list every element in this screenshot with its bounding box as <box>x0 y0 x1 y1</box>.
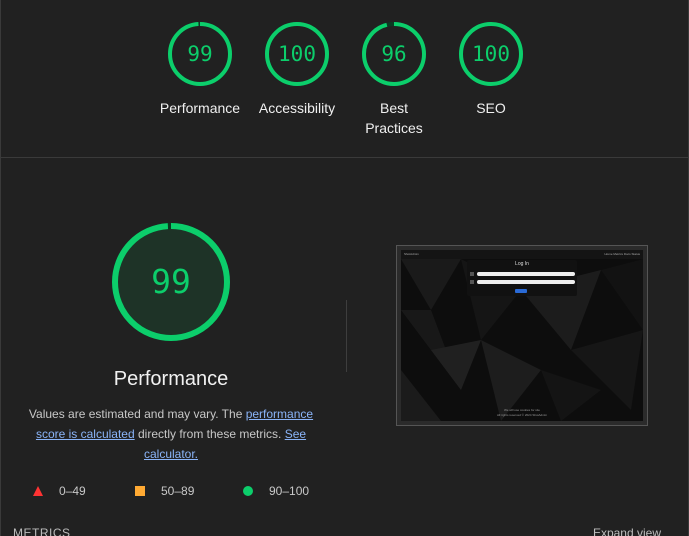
performance-score-value: 99 <box>151 262 191 301</box>
gauge-label: Performance <box>159 100 241 116</box>
desc-text: Values are estimated and may vary. The <box>28 407 246 421</box>
gauge-ring: 100 <box>457 20 525 88</box>
legend-range: 50–89 <box>161 484 195 498</box>
footer-line: All rights reserved © 2024 ShotAdmin <box>496 413 548 417</box>
screenshot-password-field <box>477 280 575 284</box>
screenshot-navbar: ShotAdmin Home Metrics Docs Status <box>401 250 643 259</box>
user-icon <box>470 272 474 276</box>
screenshot-login-button <box>515 289 527 293</box>
pass-circle-icon <box>243 486 253 496</box>
gauge-ring: 100 <box>263 20 331 88</box>
screenshot-footer: We will use cookies for site All rights … <box>401 408 643 418</box>
lock-icon <box>470 280 474 284</box>
legend-range: 90–100 <box>269 484 310 498</box>
gauge-value: 99 <box>187 42 213 66</box>
gauge-label: Best Practices <box>365 100 423 136</box>
metrics-label: METRICS <box>13 526 71 536</box>
lighthouse-report: 99 Performance 100 Accessibility 96 Best… <box>0 0 689 536</box>
section-divider <box>346 300 347 372</box>
performance-description: Values are estimated and may vary. The p… <box>21 404 321 464</box>
screenshot-username-field <box>477 272 575 276</box>
final-screenshot-thumbnail[interactable]: ShotAdmin Home Metrics Docs Status Log I… <box>396 245 648 426</box>
gauge-value: 100 <box>472 42 510 66</box>
screenshot-brand: ShotAdmin <box>404 252 419 256</box>
gauge-performance[interactable]: 99 Performance <box>150 20 250 118</box>
expand-view-toggle[interactable]: Expand view <box>593 526 661 536</box>
screenshot-login-title: Log In <box>515 261 529 267</box>
fail-triangle-icon <box>33 486 43 496</box>
gauge-value: 96 <box>381 42 407 66</box>
screenshot-login-form: Log In <box>467 260 577 296</box>
performance-title: Performance <box>113 368 229 390</box>
gauge-label: SEO <box>476 100 506 116</box>
gauge-seo[interactable]: 100 SEO <box>441 20 541 118</box>
gauge-value: 100 <box>278 42 316 66</box>
gauge-ring: 99 <box>166 20 234 88</box>
gauge-ring: 96 <box>360 20 428 88</box>
gauge-best-practices[interactable]: 96 Best Practices <box>344 20 444 138</box>
metrics-header: METRICS Expand view <box>13 526 673 536</box>
score-scale-legend: 0–49 50–89 90–100 <box>33 484 333 500</box>
gauge-label: Accessibility <box>258 100 336 116</box>
performance-score-gauge: 99 <box>109 222 233 346</box>
screenshot-content: ShotAdmin Home Metrics Docs Status Log I… <box>401 250 643 421</box>
gauge-accessibility[interactable]: 100 Accessibility <box>247 20 347 118</box>
average-square-icon <box>135 486 145 496</box>
screenshot-nav-links: Home Metrics Docs Status <box>604 252 640 256</box>
desc-text: directly from these metrics. <box>134 427 285 441</box>
score-gauges-row: 99 Performance 100 Accessibility 96 Best… <box>1 0 689 158</box>
legend-range: 0–49 <box>59 484 86 498</box>
